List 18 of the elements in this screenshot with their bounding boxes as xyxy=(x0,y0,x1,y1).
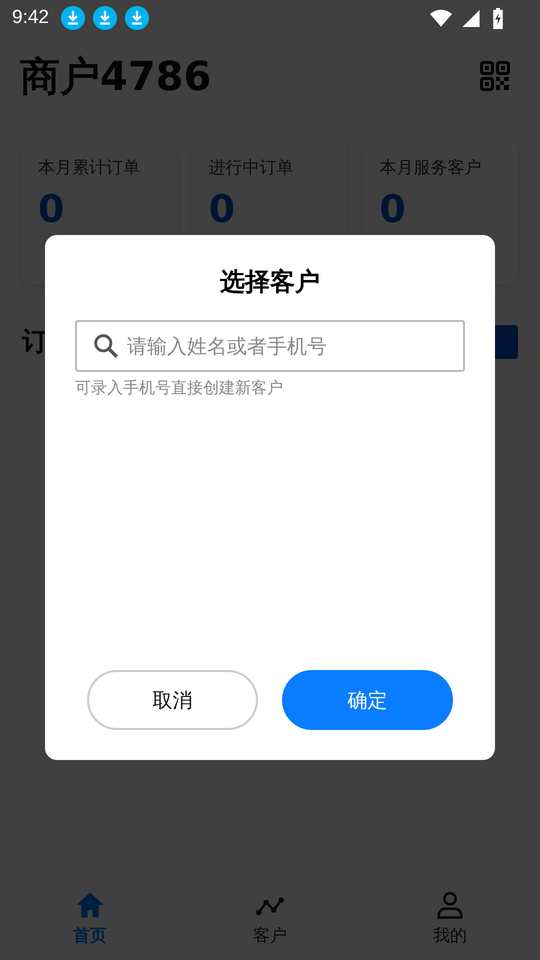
section-title: 订 xyxy=(22,326,48,359)
stat-value: 0 xyxy=(38,187,64,231)
search-field[interactable]: 请输入姓名或者手机号 xyxy=(75,320,465,372)
download-icon xyxy=(60,6,85,30)
cancel-button[interactable]: 取消 xyxy=(87,670,258,730)
signal-icon xyxy=(460,8,482,28)
battery-icon xyxy=(492,8,504,28)
download-icon xyxy=(124,6,149,30)
confirm-button[interactable]: 确定 xyxy=(282,670,453,730)
page-title: 商户4786 xyxy=(20,52,212,102)
wifi-icon xyxy=(430,8,452,28)
status-time: 9:42 xyxy=(12,7,49,29)
dialog-title: 选择客户 xyxy=(220,266,320,298)
hint-text: 可录入手机号直接创建新客户 xyxy=(75,378,283,399)
stat-value: 0 xyxy=(379,187,406,231)
stat-value: 0 xyxy=(208,187,236,231)
search-icon xyxy=(93,333,119,359)
download-icon xyxy=(92,6,117,30)
